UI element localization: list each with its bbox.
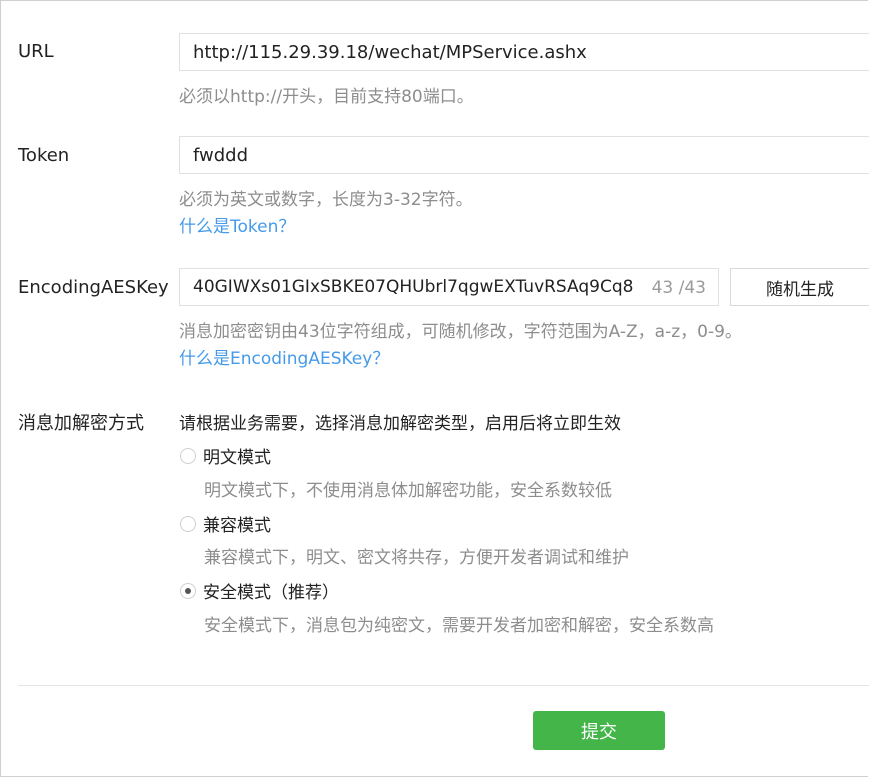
option-secure-desc: 安全模式下，消息包为纯密文，需要开发者加密和解密，安全系数高 [204,616,714,636]
option-compatible-label[interactable]: 兼容模式 [203,511,271,536]
radio-secure[interactable] [180,582,196,599]
aes-key-input[interactable]: 40GIWXs01GIxSBKE07QHUbrl7qgwEXTuvRSAq9Cq… [179,268,719,306]
url-value: http://115.29.39.18/wechat/MPService.ash… [193,42,587,63]
option-secure[interactable]: 安全模式（推荐） [180,578,339,603]
option-secure-label[interactable]: 安全模式（推荐） [203,578,339,603]
url-input[interactable]: http://115.29.39.18/wechat/MPService.ash… [179,33,869,71]
token-input[interactable]: fwddd [179,136,869,174]
submit-button[interactable]: 提交 [533,711,665,750]
option-plaintext[interactable]: 明文模式 [180,443,271,468]
token-label: Token [18,145,70,166]
option-compatible[interactable]: 兼容模式 [180,511,271,536]
aes-char-counter: 43 /43 [651,278,706,298]
option-plaintext-label[interactable]: 明文模式 [203,443,271,468]
aes-key-value: 40GIWXs01GIxSBKE07QHUbrl7qgwEXTuvRSAq9Cq… [193,277,634,297]
what-is-token-link[interactable]: 什么是Token？ [179,212,295,237]
aes-hint: 消息加密密钥由43位字符组成，可随机修改，字符范围为A-Z，a-z，0-9。 [179,322,742,342]
divider [18,685,869,686]
encryption-mode-label: 消息加解密方式 [18,413,144,434]
form-frame [0,0,868,777]
aes-label: EncodingAESKey [18,277,169,298]
encryption-intro: 请根据业务需要，选择消息加解密类型，启用后将立即生效 [179,414,621,434]
radio-compatible[interactable] [180,515,196,532]
token-value: fwddd [193,145,249,166]
radio-plaintext[interactable] [180,447,196,464]
random-generate-button[interactable]: 随机生成 [730,268,869,306]
url-label: URL [18,41,54,62]
option-plaintext-desc: 明文模式下，不使用消息体加解密功能，安全系数较低 [204,481,612,501]
option-compatible-desc: 兼容模式下，明文、密文将共存，方便开发者调试和维护 [204,548,629,568]
what-is-aeskey-link[interactable]: 什么是EncodingAESKey？ [179,344,389,369]
token-hint: 必须为英文或数字，长度为3-32字符。 [179,190,473,210]
url-hint: 必须以http://开头，目前支持80端口。 [179,87,474,107]
